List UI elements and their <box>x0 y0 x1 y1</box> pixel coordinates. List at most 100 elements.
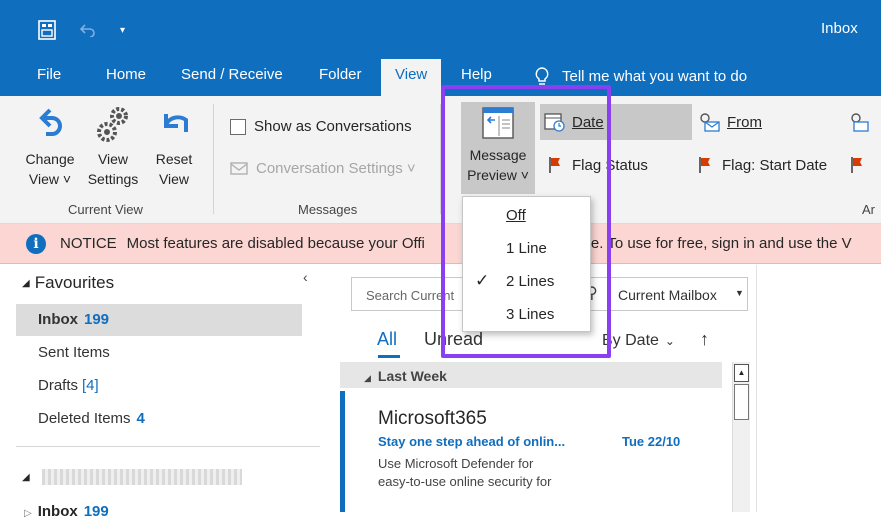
message-date: Tue 22/10 <box>622 434 681 449</box>
lightbulb-icon <box>535 67 549 85</box>
conversation-settings-button[interactable]: Conversation Settings ˅ <box>230 160 416 177</box>
flag-start-date-label: Flag: Start Date <box>722 156 828 174</box>
reset-icon <box>164 114 188 132</box>
message-subject: Stay one step ahead of onlin... <box>378 434 566 449</box>
gear-icon <box>97 107 128 142</box>
group-header-label: Last Week <box>377 368 447 384</box>
change-view-button[interactable]: Change View ˅ <box>20 104 80 189</box>
tell-me-box[interactable]: Tell me what you want to do <box>534 66 747 86</box>
window-title: Inbox <box>821 20 858 37</box>
group-header-last-week[interactable]: ◢ Last Week <box>364 368 447 384</box>
unread-indicator <box>340 391 345 512</box>
folder-deleted-items-name: Deleted Items <box>38 410 131 427</box>
tell-me-text: Tell me what you want to do <box>562 67 748 85</box>
message-list-scrollbar[interactable]: ▲ <box>732 362 750 512</box>
collapse-triangle-icon: ◢ <box>22 277 30 289</box>
collapse-pane-icon[interactable]: ‹ <box>303 269 308 285</box>
calendar-icon <box>544 113 565 132</box>
folder-drafts-count: [4] <box>82 377 99 394</box>
tab-help[interactable]: Help <box>461 66 492 83</box>
preview-option-1-line[interactable]: 1 Line <box>506 240 547 257</box>
search-scope-select[interactable]: Current Mailbox <box>618 287 717 303</box>
arrange-by-to-button[interactable] <box>848 112 881 132</box>
folder-drafts[interactable]: Drafts [4] <box>38 377 99 394</box>
preview-option-off-label: Off <box>506 207 526 224</box>
show-as-conversations-checkbox[interactable]: Show as Conversations <box>230 118 412 135</box>
chevron-down-icon[interactable]: ▼ <box>735 288 744 298</box>
checkbox-box <box>230 118 246 135</box>
tab-view[interactable]: View <box>381 59 442 96</box>
undo-icon[interactable] <box>80 18 96 42</box>
folder-inbox[interactable]: Inbox 199 <box>38 311 109 328</box>
arrangement-group-label: Ar <box>862 202 875 217</box>
ribbon: Change View ˅ View Settings Reset View C… <box>0 96 881 224</box>
reset-view-button[interactable]: Reset View <box>146 104 202 189</box>
folder-deleted-items-count: 4 <box>136 410 145 427</box>
search-divider <box>610 284 611 304</box>
message-sender: Microsoft365 <box>378 408 487 429</box>
group-separator <box>213 104 214 214</box>
arrange-by-flag-start-date-button[interactable]: Flag: Start Date <box>698 156 827 174</box>
scroll-up-arrow-icon[interactable]: ▲ <box>734 364 749 382</box>
folder-inbox-name: Inbox <box>38 311 78 328</box>
expand-triangle-icon: ▷ <box>24 508 32 519</box>
sort-direction-arrow-icon[interactable]: ↑ <box>700 329 709 350</box>
preview-option-2-lines-label: 2 Lines <box>506 273 555 290</box>
send-receive-all-icon[interactable] <box>38 18 56 42</box>
preview-option-3-lines[interactable]: 3 Lines <box>506 306 554 323</box>
sort-by-date-button[interactable]: By Date ⌄ <box>602 332 675 350</box>
info-icon: i <box>26 233 46 254</box>
tab-file[interactable]: File <box>37 66 61 83</box>
search-input[interactable]: Search Current <box>366 288 454 303</box>
message-preview-icon <box>482 107 514 139</box>
preview-option-2-lines[interactable]: 2 Lines <box>506 273 554 290</box>
favourites-header[interactable]: ◢ Favourites <box>22 273 114 293</box>
tab-folder[interactable]: Folder <box>319 66 362 83</box>
arrange-from-label: From <box>727 113 762 131</box>
arrange-by-flag-status-button[interactable]: Flag Status <box>548 156 648 174</box>
scroll-thumb[interactable] <box>734 384 749 420</box>
account-header[interactable]: ◢ <box>22 469 242 485</box>
collapse-triangle-icon: ◢ <box>364 373 371 383</box>
qat-customize-icon[interactable]: ▾ <box>120 18 125 42</box>
flag-status-label: Flag Status <box>572 156 648 174</box>
message-item[interactable]: Microsoft365 Stay one step ahead of onli… <box>340 389 722 512</box>
tab-send-receive[interactable]: Send / Receive <box>181 66 283 83</box>
folder-deleted-items[interactable]: Deleted Items 4 <box>38 410 145 427</box>
message-preview-button[interactable]: Message Preview ˅ <box>461 102 535 194</box>
show-as-conversations-label: Show as Conversations <box>254 118 412 135</box>
folder-divider <box>16 446 320 447</box>
arrange-by-from-button[interactable]: From <box>697 112 762 132</box>
message-preview-menu: Off 1 Line ✓ 2 Lines 3 Lines <box>462 196 591 332</box>
change-view-label-1: Change <box>25 151 75 167</box>
reading-pane <box>756 265 881 512</box>
group-separator <box>440 104 441 214</box>
filter-all-tab[interactable]: All <box>377 329 397 350</box>
preview-option-off[interactable]: Off <box>506 207 526 224</box>
view-settings-button[interactable]: View Settings <box>82 104 144 189</box>
message-preview-line-1: Use Microsoft Defender for <box>378 456 534 471</box>
notice-text-right: tive. To use for free, sign in and use t… <box>575 235 852 252</box>
change-view-icon <box>39 108 62 136</box>
title-bar: ▾ Inbox <box>0 0 881 58</box>
folder-sent-items-name: Sent Items <box>38 344 110 361</box>
arrange-by-date-button[interactable]: Date <box>540 104 692 140</box>
arrange-by-flag-due-date-button[interactable] <box>850 156 874 174</box>
notice-bar: i NOTICE Most features are disabled beca… <box>0 224 881 264</box>
folder-sent-items[interactable]: Sent Items <box>38 344 110 361</box>
reset-view-label-1: Reset <box>155 151 193 167</box>
preview-option-1-line-label: 1 Line <box>506 240 547 257</box>
filter-unread-tab[interactable]: Unread <box>424 329 483 350</box>
message-preview-line-2: easy-to-use online security for <box>378 474 552 489</box>
view-settings-label-1: View <box>97 151 129 167</box>
conversation-icon <box>230 161 248 175</box>
arrange-date-label: Date <box>572 113 604 131</box>
ribbon-tabs: File Home Send / Receive Folder View Hel… <box>0 58 881 96</box>
chevron-down-icon: ⌄ <box>664 334 675 348</box>
message-preview-label-1: Message <box>469 147 527 163</box>
filter-all-underline <box>378 355 400 358</box>
tab-home[interactable]: Home <box>106 66 146 83</box>
view-settings-label-2: Settings <box>87 171 139 187</box>
favourites-label: Favourites <box>34 273 115 292</box>
conversation-settings-label: Conversation Settings ˅ <box>256 160 416 177</box>
